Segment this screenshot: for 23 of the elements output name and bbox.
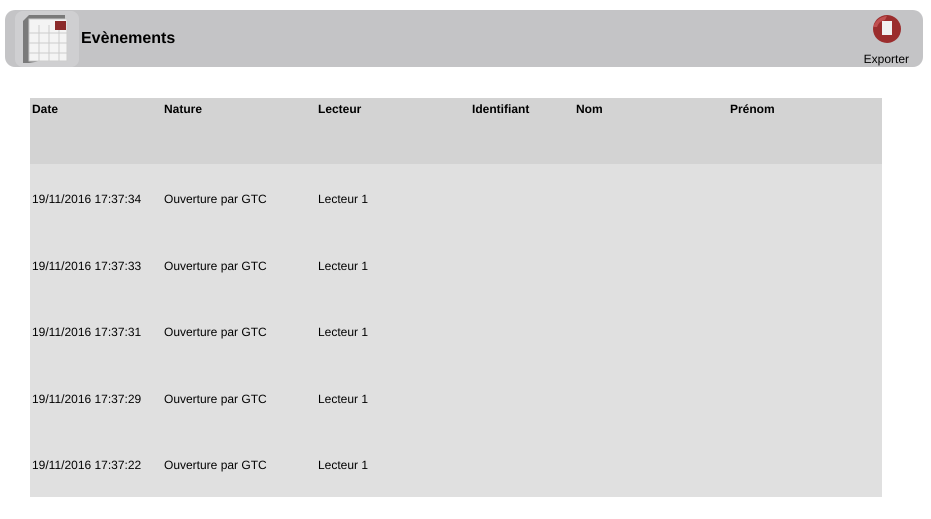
column-header[interactable]: Nom bbox=[576, 100, 603, 118]
column-header[interactable]: Identifiant bbox=[472, 100, 530, 118]
table-cell-text: Ouverture par GTC bbox=[164, 390, 267, 408]
column-header[interactable]: Nature bbox=[164, 100, 202, 118]
column-header[interactable]: Prénom bbox=[730, 100, 775, 118]
table-cell-text: Ouverture par GTC bbox=[164, 457, 267, 474]
table-cell-text: Ouverture par GTC bbox=[164, 258, 267, 275]
table-cell-text: Lecteur 1 bbox=[318, 324, 368, 342]
table-cell-text: 19/11/2016 17:37:29 bbox=[32, 390, 142, 408]
table-cell-text: Ouverture par GTC bbox=[164, 191, 267, 208]
table-cell-text: Lecteur 1 bbox=[318, 457, 368, 474]
table-cell-text: 19/11/2016 17:37:34 bbox=[32, 191, 142, 208]
export-button[interactable]: Exporter bbox=[864, 12, 909, 64]
column-header[interactable]: Date bbox=[32, 100, 58, 118]
column-header[interactable]: Lecteur bbox=[318, 100, 362, 118]
table-cell-text: 19/11/2016 17:37:22 bbox=[32, 457, 142, 474]
table-cell-text: Lecteur 1 bbox=[318, 390, 368, 408]
table-cell-text: Ouverture par GTC bbox=[164, 324, 267, 342]
page-title: Evènements bbox=[81, 28, 176, 48]
table-cell-text: 19/11/2016 17:37:31 bbox=[32, 324, 142, 342]
table-cell-text: 19/11/2016 17:37:33 bbox=[32, 258, 142, 275]
table-cell-text: Lecteur 1 bbox=[318, 258, 368, 275]
table-cell-text: Lecteur 1 bbox=[318, 191, 368, 208]
